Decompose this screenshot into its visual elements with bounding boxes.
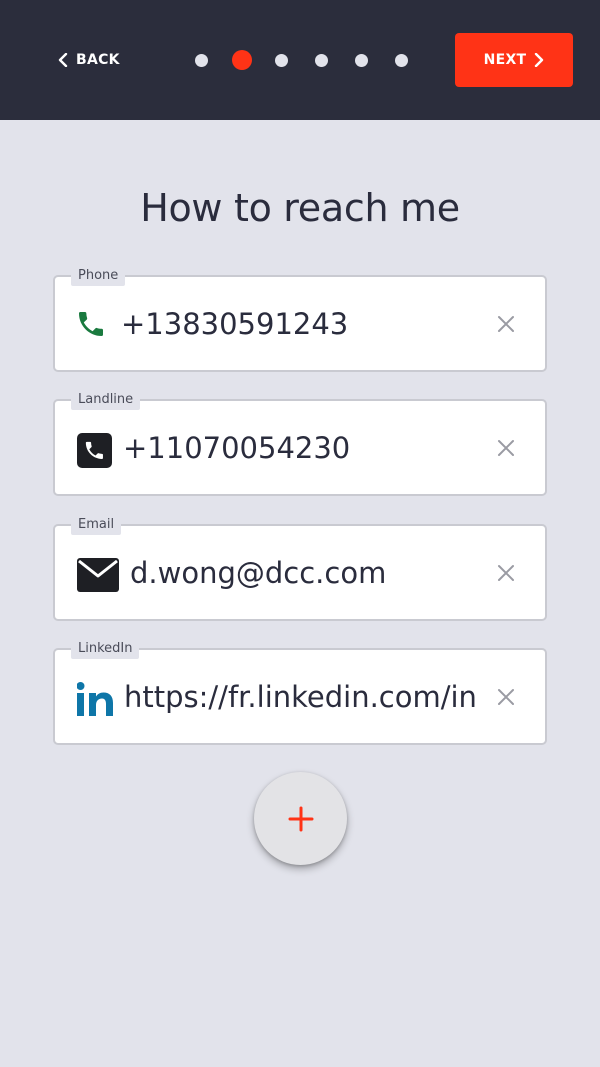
phone-field: Phone xyxy=(53,266,547,372)
phone-icon xyxy=(75,305,117,343)
top-navigation-bar: BACK NEXT xyxy=(0,0,600,120)
step-dot-4[interactable] xyxy=(315,53,328,67)
clear-landline-icon[interactable] xyxy=(495,437,517,459)
plus-icon xyxy=(288,806,313,831)
linkedin-field: LinkedIn xyxy=(53,639,547,745)
email-field-label: Email xyxy=(71,515,122,535)
email-icon xyxy=(77,556,121,594)
clear-email-icon[interactable] xyxy=(495,562,517,584)
email-field: Email xyxy=(53,515,547,621)
linkedin-field-label: LinkedIn xyxy=(71,639,140,659)
clear-phone-icon[interactable] xyxy=(495,313,517,335)
step-dot-1[interactable] xyxy=(195,53,208,67)
add-contact-button[interactable] xyxy=(254,772,347,865)
back-button[interactable]: BACK xyxy=(58,44,120,76)
phone-field-label: Phone xyxy=(71,266,126,286)
step-dot-5[interactable] xyxy=(355,53,368,67)
step-dot-6[interactable] xyxy=(395,53,408,67)
phone-input[interactable] xyxy=(121,305,481,343)
next-button[interactable]: NEXT xyxy=(455,33,573,87)
next-button-label: NEXT xyxy=(483,52,527,68)
page-title: How to reach me xyxy=(140,186,460,230)
back-button-label: BACK xyxy=(76,52,120,68)
step-dot-3[interactable] xyxy=(275,53,288,67)
landline-field-label: Landline xyxy=(71,390,141,410)
chevron-right-icon xyxy=(535,53,544,67)
email-input[interactable] xyxy=(130,554,490,592)
chevron-left-icon xyxy=(58,53,68,67)
linkedin-input[interactable] xyxy=(124,678,481,716)
landline-input[interactable] xyxy=(123,429,483,467)
landline-icon xyxy=(77,431,119,469)
linkedin-icon xyxy=(77,680,119,718)
landline-field: Landline xyxy=(53,390,547,496)
step-dot-2-active[interactable] xyxy=(232,50,252,70)
clear-linkedin-icon[interactable] xyxy=(495,686,517,708)
step-indicator xyxy=(195,50,408,70)
